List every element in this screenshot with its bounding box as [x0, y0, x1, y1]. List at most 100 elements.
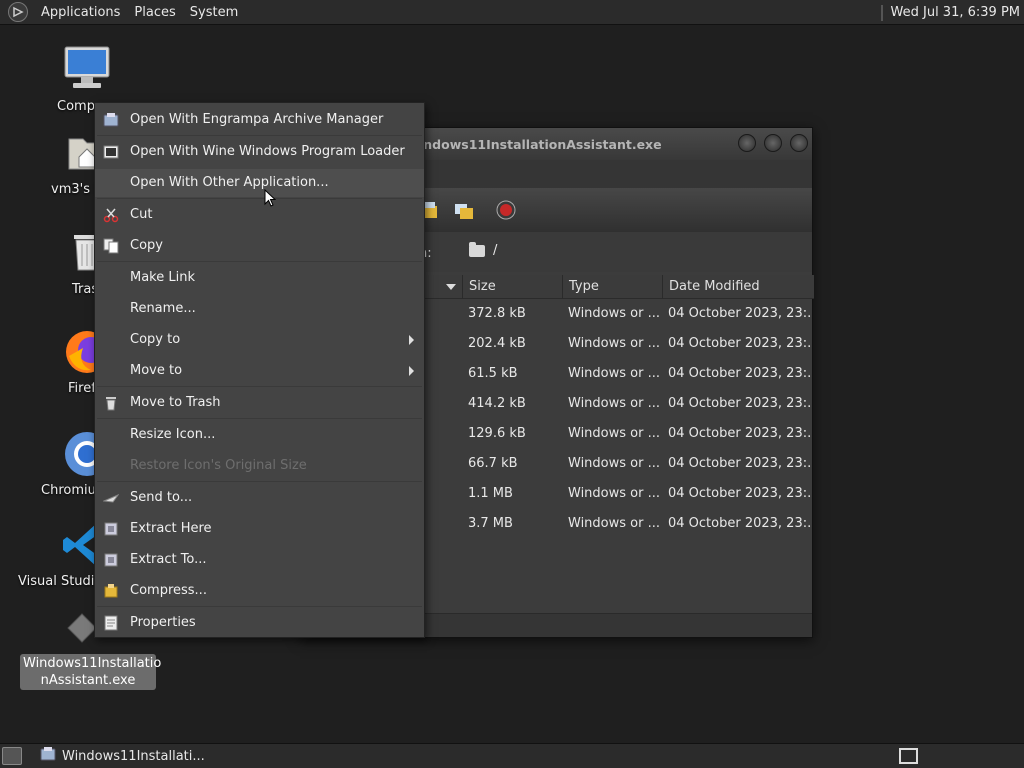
- cell-size: 372.8 kB: [468, 306, 526, 321]
- menu-item-make-link[interactable]: Make Link: [95, 264, 424, 292]
- cell-date: 04 October 2023, 23:...: [668, 456, 810, 471]
- menu-places[interactable]: Places: [127, 5, 182, 20]
- menu-separator: [97, 135, 422, 136]
- cell-size: 414.2 kB: [468, 396, 526, 411]
- menu-item-copy[interactable]: Copy: [95, 232, 424, 260]
- column-size[interactable]: Size: [462, 275, 562, 299]
- show-desktop-icon[interactable]: [2, 747, 22, 765]
- cell-date: 04 October 2023, 23:...: [668, 426, 810, 441]
- menu-item-label: Extract Here: [130, 521, 212, 536]
- menu-separator: [97, 386, 422, 387]
- menu-item-label: Open With Other Application...: [130, 175, 329, 190]
- menu-item-label: Restore Icon's Original Size: [130, 458, 307, 473]
- menu-item-label: Open With Wine Windows Program Loader: [130, 144, 405, 159]
- workspace-switcher[interactable]: [899, 748, 918, 764]
- submenu-arrow-icon: [409, 335, 414, 345]
- cell-type: Windows or ...: [568, 396, 660, 411]
- cell-size: 1.1 MB: [468, 486, 513, 501]
- properties-icon: [103, 615, 119, 631]
- file-label-line1: Windows11Installatio: [23, 656, 162, 671]
- menu-item-open-engrampa[interactable]: Open With Engrampa Archive Manager: [95, 106, 424, 134]
- cell-type: Windows or ...: [568, 306, 660, 321]
- menu-item-send-to[interactable]: Send to...: [95, 484, 424, 512]
- top-menu: Applications Places System: [0, 0, 245, 25]
- menu-applications[interactable]: Applications: [34, 5, 127, 20]
- menu-item-rename[interactable]: Rename...: [95, 295, 424, 323]
- menu-item-label: Compress...: [130, 583, 207, 598]
- cell-type: Windows or ...: [568, 486, 660, 501]
- cell-type: Windows or ...: [568, 456, 660, 471]
- column-type[interactable]: Type: [562, 275, 662, 299]
- menu-item-compress[interactable]: Compress...: [95, 577, 424, 605]
- menu-separator: [97, 418, 422, 419]
- menu-item-label: Make Link: [130, 270, 195, 285]
- cell-date: 04 October 2023, 23:...: [668, 486, 810, 501]
- top-panel: Applications Places System Wed Jul 31, 6…: [0, 0, 1024, 25]
- menu-item-extract-here[interactable]: Extract Here: [95, 515, 424, 543]
- scissors-icon: [103, 207, 119, 223]
- cell-type: Windows or ...: [568, 516, 660, 531]
- menu-system[interactable]: System: [183, 5, 245, 20]
- menu-item-label: Copy: [130, 238, 163, 253]
- window-controls: [738, 134, 808, 152]
- menu-item-move-to-trash[interactable]: Move to Trash: [95, 389, 424, 417]
- extract-icon: [103, 521, 119, 537]
- menu-separator: [97, 481, 422, 482]
- menu-item-extract-to[interactable]: Extract To...: [95, 546, 424, 574]
- copy-icon: [103, 238, 119, 254]
- minimize-button[interactable]: [738, 134, 756, 152]
- menu-item-label: Move to Trash: [130, 395, 221, 410]
- menu-item-restore-icon-size: Restore Icon's Original Size: [95, 452, 424, 480]
- menu-item-copy-to[interactable]: Copy to: [95, 326, 424, 354]
- cell-date: 04 October 2023, 23:...: [668, 516, 810, 531]
- sort-descending-icon[interactable]: [446, 284, 456, 290]
- menu-separator: [97, 261, 422, 262]
- maximize-button[interactable]: [764, 134, 782, 152]
- window-title: indows11InstallationAssistant.exe: [419, 137, 662, 152]
- location-path-text: /: [493, 243, 498, 258]
- cell-date: 04 October 2023, 23:...: [668, 366, 810, 381]
- cell-date: 04 October 2023, 23:...: [668, 306, 810, 321]
- menu-item-label: Open With Engrampa Archive Manager: [130, 112, 384, 127]
- taskbar-window-button[interactable]: Windows11Installati...: [36, 745, 266, 767]
- compress-icon: [103, 583, 119, 599]
- computer-icon: [61, 44, 113, 96]
- menu-item-move-to[interactable]: Move to: [95, 357, 424, 385]
- menu-separator: [97, 198, 422, 199]
- close-button[interactable]: [790, 134, 808, 152]
- selected-file-label: Windows11Installatio nAssistant.exe: [20, 654, 162, 690]
- archive-manager-icon: [40, 746, 56, 766]
- menu-item-label: Resize Icon...: [130, 427, 216, 442]
- extract-icon: [103, 552, 119, 568]
- menu-item-cut[interactable]: Cut: [95, 201, 424, 229]
- stop-icon[interactable]: [495, 200, 517, 220]
- menu-item-label: Copy to: [130, 332, 181, 347]
- cell-type: Windows or ...: [568, 336, 660, 351]
- cell-date: 04 October 2023, 23:...: [668, 336, 810, 351]
- cell-size: 66.7 kB: [468, 456, 518, 471]
- mate-logo-icon[interactable]: [8, 2, 28, 22]
- cell-date: 04 October 2023, 23:...: [668, 396, 810, 411]
- context-menu: Open With Engrampa Archive Manager Open …: [94, 102, 425, 638]
- taskbar-window-label: Windows11Installati...: [62, 748, 205, 764]
- archive-manager-icon: [103, 112, 119, 128]
- menu-item-label: Extract To...: [130, 552, 207, 567]
- column-date-modified[interactable]: Date Modified: [662, 275, 814, 299]
- menu-item-resize-icon[interactable]: Resize Icon...: [95, 421, 424, 449]
- add-folder-icon[interactable]: [453, 200, 475, 220]
- folder-icon: [469, 241, 485, 257]
- cell-size: 202.4 kB: [468, 336, 526, 351]
- cell-type: Windows or ...: [568, 426, 660, 441]
- menu-item-properties[interactable]: Properties: [95, 609, 424, 637]
- bottom-panel: Windows11Installati...: [0, 743, 1024, 768]
- menu-item-label: Rename...: [130, 301, 196, 316]
- menu-item-open-wine[interactable]: Open With Wine Windows Program Loader: [95, 138, 424, 166]
- menu-separator: [97, 606, 422, 607]
- menu-item-open-other[interactable]: Open With Other Application...: [95, 169, 424, 197]
- cell-size: 3.7 MB: [468, 516, 513, 531]
- mouse-cursor-icon: [264, 188, 277, 207]
- send-icon: [102, 490, 120, 506]
- menu-item-label: Cut: [130, 207, 153, 222]
- location-path[interactable]: /: [469, 241, 498, 258]
- clock[interactable]: Wed Jul 31, 6:39 PM: [880, 0, 1020, 25]
